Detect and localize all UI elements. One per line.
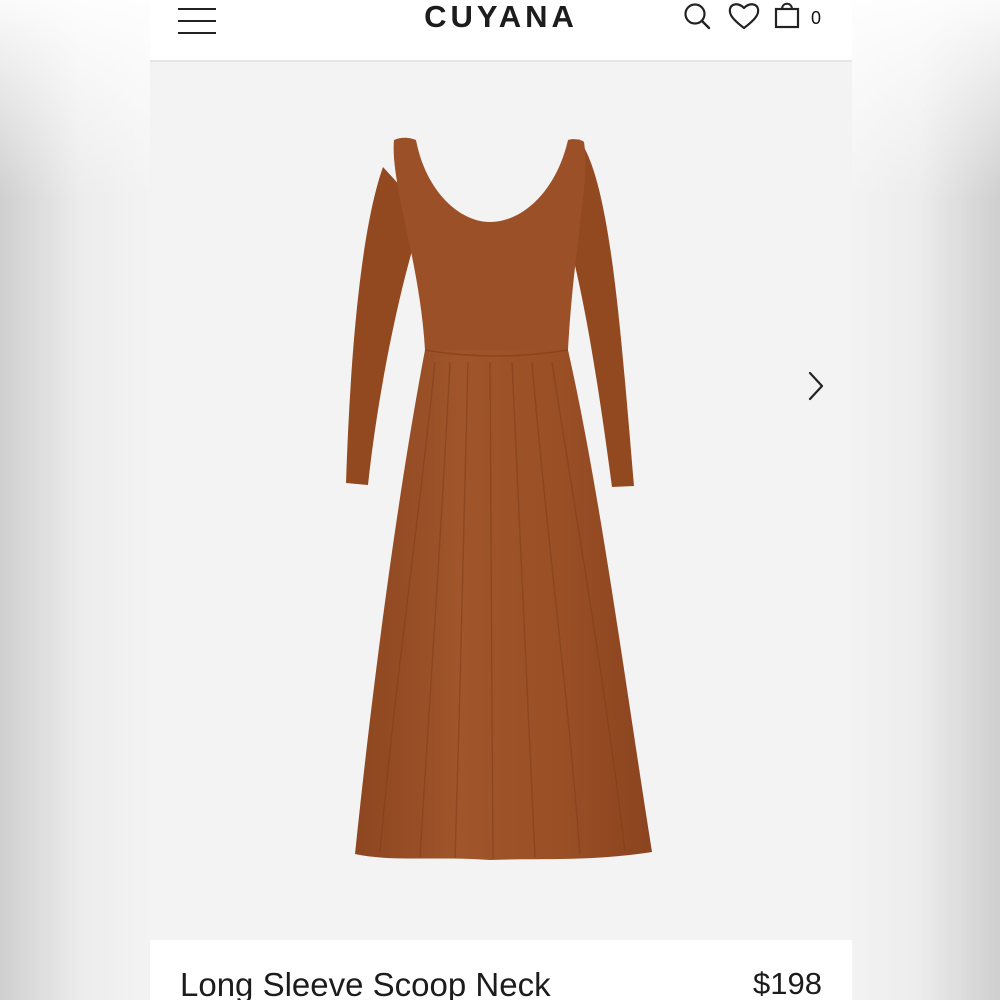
bag-count: 0 xyxy=(811,8,822,28)
product-image-gallery[interactable] xyxy=(150,62,852,940)
shopping-bag-icon[interactable] xyxy=(773,0,801,30)
heart-icon[interactable] xyxy=(728,2,760,30)
product-title[interactable]: Long Sleeve Scoop Neck xyxy=(180,966,551,1000)
product-price: $198 xyxy=(753,966,822,1000)
search-icon[interactable] xyxy=(682,2,712,30)
site-header: CUYANA 0 xyxy=(150,0,852,62)
chevron-right-icon[interactable] xyxy=(804,370,828,402)
product-info: Long Sleeve Scoop Neck $198 xyxy=(150,940,852,1000)
mobile-page: CUYANA 0 Long Sleeve Scoop Neck $198 xyxy=(150,0,852,1000)
dress-product-image xyxy=(346,137,652,860)
